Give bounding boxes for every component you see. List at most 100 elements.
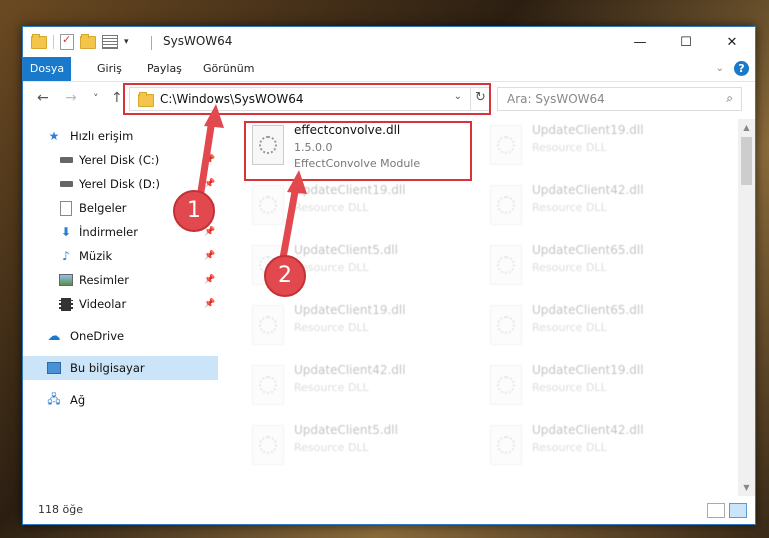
file-item[interactable]: UpdateClient19.dll Resource DLL (484, 363, 712, 419)
navigation-pane: ★ Hızlı erişim Yerel Disk (C:) 📌 Yerel D… (23, 119, 218, 494)
documents-icon (59, 200, 73, 216)
forward-button[interactable]: → (65, 90, 77, 106)
minimize-button[interactable]: — (617, 27, 663, 57)
file-name: UpdateClient65.dll (532, 303, 644, 317)
sidebar-item-quick-access[interactable]: ★ Hızlı erişim (23, 124, 218, 148)
file-name: UpdateClient19.dll (294, 183, 406, 197)
ribbon-right: ⌄ ? (716, 61, 749, 76)
search-icon[interactable]: ⌕ (726, 91, 733, 106)
sidebar-item-network[interactable]: 🖧 Ağ (23, 388, 218, 412)
sidebar-item-label: Bu bilgisayar (70, 361, 145, 375)
close-button[interactable]: ✕ (709, 27, 755, 57)
file-description: Resource DLL (532, 261, 607, 274)
file-item[interactable]: UpdateClient19.dll Resource DLL (246, 303, 474, 359)
sidebar-item-music[interactable]: ♪ Müzik 📌 (23, 244, 218, 268)
file-name: UpdateClient19.dll (294, 303, 406, 317)
star-icon: ★ (48, 129, 60, 143)
scroll-thumb[interactable] (741, 137, 752, 185)
dll-file-icon (490, 305, 522, 345)
file-item[interactable]: UpdateClient42.dll Resource DLL (246, 363, 474, 419)
network-icon: 🖧 (47, 391, 61, 406)
file-item[interactable]: UpdateClient42.dll Resource DLL (484, 423, 712, 479)
pin-icon: 📌 (204, 227, 216, 237)
callout-badge-1: 1 (173, 190, 215, 232)
dll-file-icon (252, 305, 284, 345)
drive-icon (59, 177, 73, 191)
file-item[interactable]: UpdateClient19.dll Resource DLL (246, 183, 474, 239)
sidebar-item-label: Belgeler (79, 201, 127, 215)
file-list: effectconvolve.dll 1.5.0.0 EffectConvolv… (242, 119, 738, 494)
window-controls: — ☐ ✕ (617, 27, 755, 57)
dll-file-icon (490, 425, 522, 465)
file-description: Resource DLL (294, 441, 369, 454)
scroll-down-icon[interactable]: ▼ (738, 479, 755, 496)
dll-file-icon (252, 185, 284, 225)
file-description: Resource DLL (532, 441, 607, 454)
divider (53, 35, 54, 49)
properties-icon[interactable] (60, 33, 74, 50)
pin-icon: 📌 (204, 251, 216, 261)
up-button[interactable]: ↑ (111, 90, 123, 106)
vertical-scrollbar[interactable]: ▲ ▼ (738, 119, 755, 496)
details-view-icon[interactable] (707, 503, 725, 518)
tab-share[interactable]: Paylaş (139, 57, 190, 81)
folder-icon (31, 33, 47, 49)
file-item[interactable]: UpdateClient65.dll Resource DLL (484, 243, 712, 299)
maximize-button[interactable]: ☐ (663, 27, 709, 57)
music-icon: ♪ (62, 249, 70, 263)
sidebar-item-label: İndirmeler (79, 225, 138, 239)
sidebar-item-label: Hızlı erişim (70, 129, 134, 143)
sidebar-item-pictures[interactable]: Resimler 📌 (23, 268, 218, 292)
customize-toolbar-chevron-icon[interactable]: ▾ (124, 37, 129, 47)
video-icon (59, 297, 73, 311)
drive-icon (59, 153, 73, 167)
search-box[interactable]: Ara: SysWOW64 ⌕ (497, 87, 742, 111)
sidebar-item-this-pc[interactable]: Bu bilgisayar (23, 356, 218, 380)
computer-icon (47, 361, 61, 375)
pictures-icon (59, 273, 73, 287)
search-input[interactable]: Ara: SysWOW64 (507, 92, 605, 106)
view-toggles (707, 503, 747, 518)
file-name: UpdateClient42.dll (294, 363, 406, 377)
tab-view[interactable]: Görünüm (195, 57, 262, 81)
callout-badge-2: 2 (264, 255, 306, 297)
file-description: Resource DLL (294, 321, 369, 334)
sidebar-item-videos[interactable]: Videolar 📌 (23, 292, 218, 316)
expand-ribbon-chevron-icon[interactable]: ⌄ (716, 63, 724, 74)
sidebar-item-label: Ağ (70, 393, 86, 407)
file-item[interactable]: UpdateClient5.dll Resource DLL (246, 423, 474, 479)
file-description: Resource DLL (532, 381, 607, 394)
sidebar-item-onedrive[interactable]: ☁ OneDrive (23, 324, 218, 348)
file-name: UpdateClient5.dll (294, 423, 398, 437)
pin-icon: 📌 (204, 299, 216, 309)
pin-icon: 📌 (204, 155, 216, 165)
sidebar-item-label: Yerel Disk (C:) (79, 153, 160, 167)
sidebar-item-local-disk-c[interactable]: Yerel Disk (C:) 📌 (23, 148, 218, 172)
file-name: UpdateClient19.dll (532, 123, 644, 137)
sidebar-item-label: Videolar (79, 297, 127, 311)
ribbon: Dosya Giriş Paylaş Görünüm ⌄ ? (23, 57, 755, 82)
new-folder-icon[interactable] (80, 33, 96, 49)
dll-file-icon (490, 245, 522, 285)
dll-file-icon (490, 365, 522, 405)
file-item[interactable]: UpdateClient19.dll Resource DLL (484, 123, 712, 179)
file-item[interactable]: UpdateClient65.dll Resource DLL (484, 303, 712, 359)
dll-file-icon (490, 185, 522, 225)
file-item[interactable]: UpdateClient42.dll Resource DLL (484, 183, 712, 239)
file-description: Resource DLL (294, 381, 369, 394)
tab-file[interactable]: Dosya (23, 57, 71, 81)
scroll-up-icon[interactable]: ▲ (738, 119, 755, 136)
view-options-icon[interactable] (102, 35, 118, 49)
tab-home[interactable]: Giriş (89, 57, 130, 81)
explorer-window: ▾ SysWOW64 — ☐ ✕ Dosya Giriş Paylaş Görü… (22, 26, 756, 525)
help-icon[interactable]: ? (734, 61, 749, 76)
sidebar-item-label: OneDrive (70, 329, 125, 343)
file-name: UpdateClient42.dll (532, 423, 644, 437)
annotation-highlight-file (244, 121, 472, 181)
tiles-view-icon[interactable] (729, 503, 747, 518)
file-name: UpdateClient65.dll (532, 243, 644, 257)
file-name: UpdateClient19.dll (532, 363, 644, 377)
recent-locations-button[interactable]: ˅ (93, 92, 99, 105)
download-icon: ⬇ (60, 225, 72, 239)
back-button[interactable]: ← (37, 90, 49, 106)
